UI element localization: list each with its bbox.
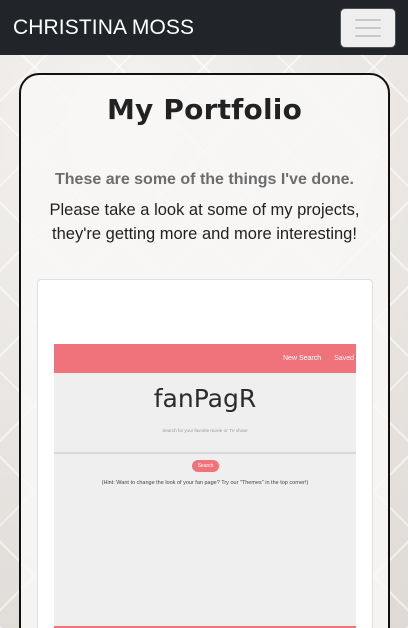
- preview-hint-text: (Hint: Want to change the look of your f…: [101, 480, 309, 486]
- navbar-brand[interactable]: CHRISTINA MOSS: [13, 16, 194, 40]
- project-screenshot[interactable]: New Search Saved fanPagR Search for your…: [54, 344, 356, 628]
- hamburger-menu-icon[interactable]: [340, 7, 396, 48]
- preview-nav-saved: Saved: [334, 355, 354, 362]
- preview-search-underline: [54, 452, 356, 454]
- preview-nav-new-search: New Search: [283, 355, 322, 362]
- preview-search-button: Search: [192, 460, 219, 472]
- toggler-bar: [355, 18, 381, 21]
- portfolio-description: Please take a look at some of my project…: [49, 201, 360, 243]
- preview-app-title: fanPagR: [153, 384, 257, 413]
- portfolio-subtitle: These are some of the things I've done.: [55, 171, 354, 188]
- toggler-bar: [355, 26, 381, 29]
- preview-search-placeholder: Search for your favorite movie or TV sho…: [162, 428, 248, 433]
- project-card[interactable]: New Search Saved fanPagR Search for your…: [37, 279, 373, 628]
- navbar: CHRISTINA MOSS: [0, 0, 408, 55]
- portfolio-card: My Portfolio These are some of the thing…: [19, 73, 390, 628]
- preview-navbar: New Search Saved: [54, 344, 356, 373]
- page-title: My Portfolio: [106, 93, 303, 126]
- toggler-bar: [355, 34, 381, 37]
